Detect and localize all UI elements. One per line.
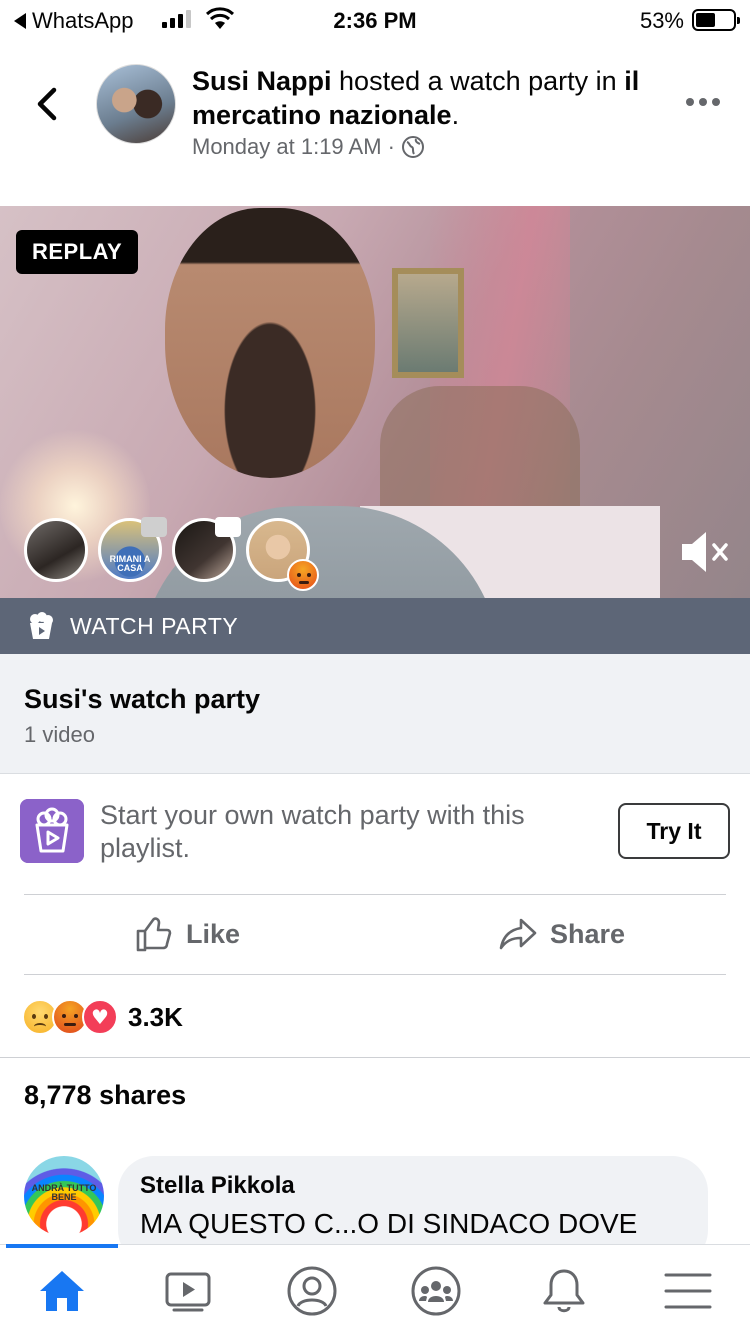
playlist-count: 1 video — [24, 722, 95, 747]
promo-text: Start your own watch party with this pla… — [100, 800, 525, 863]
action-text: hosted a watch party in — [331, 66, 625, 96]
comment-text: MA QUESTO C...O DI SINDACO DOVE — [140, 1208, 638, 1239]
post-meta: Monday at 1:19 AM · — [192, 134, 425, 160]
viewer-avatar[interactable] — [24, 518, 88, 582]
battery-icon — [692, 9, 740, 31]
profile-icon — [287, 1266, 337, 1316]
reaction-summary[interactable]: 3.3K — [22, 990, 183, 1044]
battery-percent: 53% — [639, 8, 684, 33]
home-icon — [40, 1271, 84, 1311]
divider — [24, 974, 726, 975]
groups-icon — [411, 1266, 461, 1316]
share-button[interactable]: Share — [498, 914, 625, 954]
post-actions: Like Share — [0, 896, 750, 974]
comment-author[interactable]: Stella Pikkola — [140, 1172, 686, 1200]
popcorn-icon — [30, 612, 53, 639]
more-options-icon[interactable] — [686, 98, 720, 106]
shares-count[interactable]: 8,778 shares — [24, 1080, 186, 1111]
divider — [24, 894, 726, 895]
love-reaction-icon — [82, 999, 118, 1035]
viewer-avatar[interactable]: RIMANI A CASA — [98, 517, 167, 582]
mute-icon[interactable] — [678, 528, 732, 576]
tab-notifications[interactable] — [538, 1265, 590, 1317]
author-avatar[interactable] — [96, 64, 176, 144]
watch-party-promo: Start your own watch party with this pla… — [0, 775, 750, 895]
viewer-avatar[interactable] — [246, 518, 319, 591]
watch-party-label: WATCH PARTY — [70, 612, 239, 639]
clock: 2:36 PM — [333, 8, 417, 33]
chat-bubble-icon — [215, 517, 241, 537]
share-arrow-icon — [499, 918, 537, 950]
tab-profile[interactable] — [286, 1265, 338, 1317]
post-timestamp[interactable]: Monday at 1:19 AM — [192, 134, 382, 160]
like-label: Like — [186, 918, 241, 949]
share-label: Share — [550, 918, 626, 949]
post-title: Susi Nappi hosted a watch party in il me… — [192, 64, 662, 132]
viewer-avatar-text: RIMANI A CASA — [109, 554, 151, 573]
viewer-avatar[interactable] — [172, 517, 241, 582]
watch-party-bar: WATCH PARTY — [0, 598, 750, 654]
chat-bubble-icon — [141, 517, 167, 537]
meta-separator: · — [387, 134, 395, 159]
back-chevron-icon[interactable] — [34, 86, 62, 122]
playlist-info[interactable]: Susi's watch party 1 video — [0, 654, 750, 774]
divider — [0, 1057, 750, 1058]
tab-menu[interactable] — [662, 1265, 714, 1317]
watch-party-icon — [20, 799, 84, 863]
reaction-count: 3.3K — [128, 1001, 183, 1032]
commenter-avatar[interactable]: ANDRÀ TUTTO BENE — [24, 1156, 104, 1236]
replay-badge: REPLAY — [16, 230, 139, 274]
status-bar: WhatsApp 2:36 PM 53% — [0, 0, 750, 40]
globe-icon — [401, 136, 424, 158]
period: . — [451, 100, 460, 130]
bottom-tab-bar — [0, 1244, 750, 1334]
tab-watch[interactable] — [162, 1265, 214, 1317]
video-player[interactable]: REPLAY RIMANI A CASA — [0, 206, 750, 598]
tab-groups[interactable] — [410, 1265, 462, 1317]
viewer-avatars: RIMANI A CASA — [24, 517, 319, 591]
angry-reaction-icon — [287, 559, 319, 591]
playlist-title: Susi's watch party — [24, 684, 260, 714]
active-tab-indicator — [6, 1244, 118, 1248]
battery-fill — [696, 13, 716, 27]
tab-home[interactable] — [36, 1265, 88, 1317]
watch-icon — [165, 1272, 211, 1312]
thumbs-up-icon — [136, 917, 172, 952]
try-it-button[interactable]: Try It — [618, 803, 730, 859]
author-name[interactable]: Susi Nappi — [192, 66, 332, 96]
like-button[interactable]: Like — [134, 914, 240, 954]
menu-icon — [664, 1273, 712, 1309]
notifications-icon — [543, 1269, 585, 1313]
post-header: Susi Nappi hosted a watch party in il me… — [0, 50, 750, 190]
commenter-avatar-text: ANDRÀ TUTTO BENE — [31, 1183, 97, 1202]
